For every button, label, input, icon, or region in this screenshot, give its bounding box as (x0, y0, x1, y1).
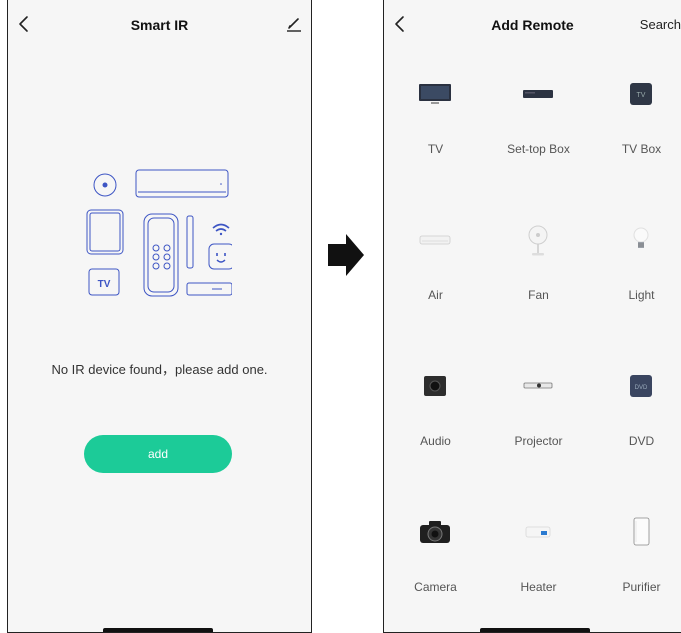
device-label: Audio (420, 434, 451, 448)
light-bulb-icon (633, 227, 649, 248)
tv-icon (419, 84, 451, 104)
device-item-set-top-box[interactable]: Set-top Box (487, 60, 590, 206)
right-arrow-icon (328, 234, 364, 276)
device-item-light[interactable]: Light (590, 206, 681, 352)
device-item-projector[interactable]: Projector (487, 352, 590, 498)
empty-state-message: No IR device found，please add one. (51, 362, 268, 377)
ir-devices-illustration: TV (86, 169, 232, 297)
svg-text:DVD: DVD (635, 385, 648, 391)
device-label: Camera (414, 580, 457, 594)
home-indicator (480, 628, 590, 632)
speaker-icon (424, 376, 446, 396)
illustration-wifi (212, 223, 230, 229)
device-label: Purifier (622, 580, 661, 594)
edit-icon[interactable] (285, 14, 303, 34)
device-item-tv[interactable]: TV (384, 60, 487, 206)
device-label: DVD (628, 434, 655, 448)
device-label: TV Box (621, 142, 662, 156)
device-item-heater[interactable]: Heater (487, 498, 590, 632)
projector-icon (523, 382, 553, 389)
device-item-fan[interactable]: Fan (487, 206, 590, 352)
device-item-audio[interactable]: Audio (384, 352, 487, 498)
page-title: Add Remote (491, 17, 574, 33)
illustration-set-top-box (186, 282, 232, 296)
illustration-stick (186, 215, 194, 269)
search-button[interactable]: Search (640, 17, 681, 32)
set-top-box-icon (523, 90, 553, 98)
navigation-bar: Add Remote Search (384, 0, 681, 50)
page-title: Smart IR (130, 17, 189, 33)
illustration-air-conditioner (135, 169, 229, 198)
add-button[interactable]: add (84, 435, 232, 473)
device-label: Heater (520, 580, 557, 594)
device-item-camera[interactable]: Camera (384, 498, 487, 632)
fan-icon (528, 225, 548, 256)
device-label: Set-top Box (507, 142, 570, 156)
svg-text:TV: TV (637, 92, 646, 99)
device-label: Projector (514, 434, 563, 448)
tv-box-icon: TV (630, 83, 652, 105)
smart-ir-screen: Smart IR TV No IR device found，please ad… (7, 0, 312, 633)
air-conditioner-icon (419, 235, 451, 245)
device-label: Air (428, 288, 443, 302)
device-label: Light (628, 288, 655, 302)
dvd-icon: DVD (630, 375, 652, 397)
illustration-remote (143, 213, 179, 297)
illustration-tablet (86, 209, 124, 255)
illustration-tv-label: TV (98, 279, 111, 290)
device-item-air[interactable]: Air (384, 206, 487, 352)
heater-icon (525, 526, 551, 538)
device-label: Fan (528, 288, 549, 302)
purifier-icon (633, 517, 650, 546)
device-item-purifier[interactable]: Purifier (590, 498, 681, 632)
device-item-tv-box[interactable]: TV TV Box (590, 60, 681, 206)
device-label: TV (427, 142, 444, 156)
home-indicator (103, 628, 213, 632)
illustration-plug (208, 243, 232, 270)
add-remote-screen: Add Remote Search TV Set-top Box TV TV B… (383, 0, 681, 633)
navigation-bar: Smart IR (8, 0, 311, 50)
device-item-dvd[interactable]: DVD DVD (590, 352, 681, 498)
camera-icon (420, 521, 450, 543)
